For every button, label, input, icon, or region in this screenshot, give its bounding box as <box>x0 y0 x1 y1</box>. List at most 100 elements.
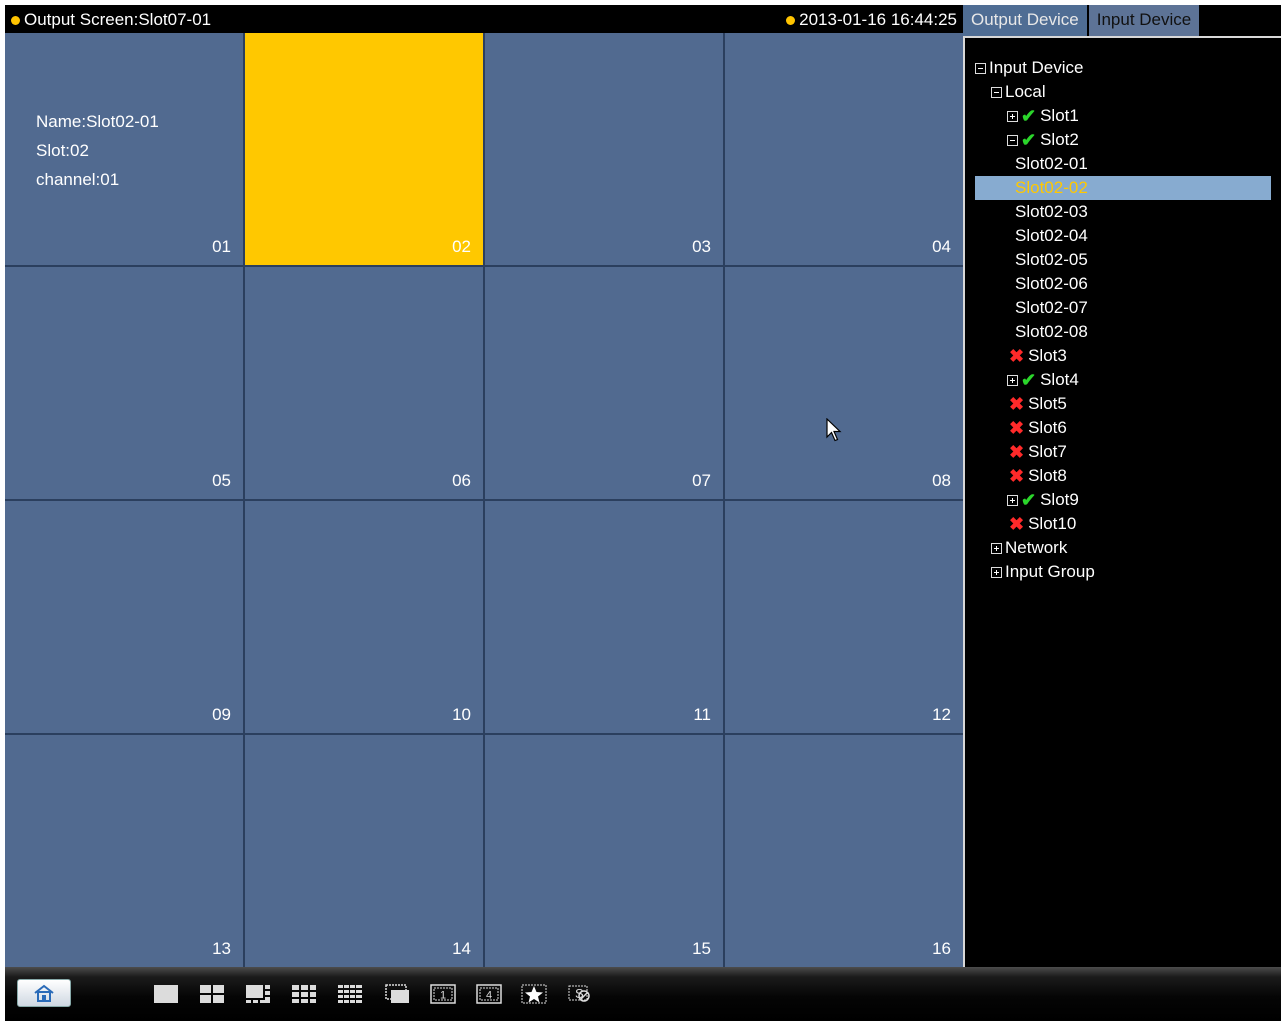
screen-4-icon: 4 <box>476 984 502 1004</box>
tree-node-label: Slot02-07 <box>1015 298 1088 317</box>
cell-number: 16 <box>932 939 951 958</box>
video-cell-10[interactable]: 10 <box>245 501 483 733</box>
tree-node-label: Slot8 <box>1028 466 1067 485</box>
favorite-button[interactable] <box>521 983 547 1005</box>
cell-number: 09 <box>212 705 231 724</box>
cell-number: 10 <box>452 705 471 724</box>
cell-number: 05 <box>212 471 231 490</box>
tree-node-slot4[interactable]: ✔ Slot4 <box>975 368 1271 392</box>
online-check-icon: ✔ <box>1021 370 1037 390</box>
tab-output-device[interactable]: Output Device <box>963 5 1089 36</box>
tree-node-slot1[interactable]: ✔ Slot1 <box>975 104 1271 128</box>
tree-node-network[interactable]: Network <box>975 536 1271 560</box>
expand-icon[interactable] <box>1007 374 1018 386</box>
tree-node-slot3[interactable]: ✖ Slot3 <box>975 344 1271 368</box>
video-cell-06[interactable]: 06 <box>245 267 483 499</box>
tree-node-label: Network <box>1005 538 1068 557</box>
layout-9-button[interactable] <box>291 983 317 1005</box>
video-wall-grid: Name:Slot02-01 Slot:02 channel:01 01 02 03 04 0… <box>5 33 963 967</box>
clear-icon: S <box>568 985 590 1002</box>
video-cell-01[interactable]: Name:Slot02-01 Slot:02 channel:01 01 <box>5 33 243 265</box>
device-tree-container: Input Device Local ✔ Slot1 ✔ Slot2 Slot02-01 Sl… <box>963 36 1281 967</box>
layout-16-button[interactable] <box>337 983 363 1005</box>
cell-number: 08 <box>932 471 951 490</box>
cell-channel-info: Name:Slot02-01 Slot:02 channel:01 <box>36 107 159 194</box>
video-cell-12[interactable]: 12 <box>725 501 963 733</box>
screen-1-icon: 1 <box>430 984 456 1004</box>
layout-6-button[interactable] <box>245 983 271 1005</box>
collapse-icon[interactable] <box>975 62 986 74</box>
video-cell-15[interactable]: 15 <box>485 735 723 967</box>
cell-number: 12 <box>932 705 951 724</box>
tree-node-slot2[interactable]: ✔ Slot2 <box>975 128 1271 152</box>
tree-node-label: Slot02-05 <box>1015 250 1088 269</box>
panel-tabs: Output Device Input Device <box>963 5 1202 36</box>
expand-icon[interactable] <box>1007 110 1018 122</box>
device-tree: Input Device Local ✔ Slot1 ✔ Slot2 Slot02-01 Sl… <box>975 56 1271 584</box>
video-cell-02[interactable]: 02 <box>245 33 483 265</box>
layout-6-icon <box>246 985 270 1003</box>
tree-node-slot02-04[interactable]: Slot02-04 <box>975 224 1271 248</box>
video-cell-09[interactable]: 09 <box>5 501 243 733</box>
layout-1-icon <box>154 985 178 1003</box>
tree-node-local[interactable]: Local <box>975 80 1271 104</box>
tree-node-slot5[interactable]: ✖ Slot5 <box>975 392 1271 416</box>
online-check-icon: ✔ <box>1021 106 1037 126</box>
tab-input-device[interactable]: Input Device <box>1088 5 1202 36</box>
tree-node-slot02-08[interactable]: Slot02-08 <box>975 320 1271 344</box>
screen-4-button[interactable]: 4 <box>476 983 502 1005</box>
cell-info-slot: Slot:02 <box>36 141 89 160</box>
tree-node-label: Slot6 <box>1028 418 1067 437</box>
video-cell-14[interactable]: 14 <box>245 735 483 967</box>
online-check-icon: ✔ <box>1021 130 1037 150</box>
offline-cross-icon: ✖ <box>1009 514 1025 534</box>
layout-4-button[interactable] <box>199 983 225 1005</box>
collapse-icon[interactable] <box>991 86 1002 98</box>
video-cell-16[interactable]: 16 <box>725 735 963 967</box>
tree-node-slot10[interactable]: ✖ Slot10 <box>975 512 1271 536</box>
video-cell-11[interactable]: 11 <box>485 501 723 733</box>
window-overlay-button[interactable] <box>385 983 411 1005</box>
tree-node-slot02-06[interactable]: Slot02-06 <box>975 272 1271 296</box>
tree-node-label: Slot7 <box>1028 442 1067 461</box>
video-cell-07[interactable]: 07 <box>485 267 723 499</box>
clock: 2013-01-16 16:44:25 <box>786 10 957 30</box>
tree-node-slot02-05[interactable]: Slot02-05 <box>975 248 1271 272</box>
tree-node-slot7[interactable]: ✖ Slot7 <box>975 440 1271 464</box>
tree-node-label: Slot1 <box>1040 106 1079 125</box>
clear-button[interactable]: S <box>567 983 593 1005</box>
expand-icon[interactable] <box>1007 494 1018 506</box>
video-cell-13[interactable]: 13 <box>5 735 243 967</box>
tree-node-slot02-03[interactable]: Slot02-03 <box>975 200 1271 224</box>
collapse-icon[interactable] <box>1007 134 1018 146</box>
top-status-bar: Output Screen:Slot07-01 2013-01-16 16:44… <box>5 5 963 33</box>
tree-node-label: Slot02-03 <box>1015 202 1088 221</box>
video-cell-04[interactable]: 04 <box>725 33 963 265</box>
layout-9-icon <box>292 985 316 1003</box>
datetime-label: 2013-01-16 16:44:25 <box>799 10 957 29</box>
tree-node-input-device[interactable]: Input Device <box>975 56 1271 80</box>
tree-node-slot8[interactable]: ✖ Slot8 <box>975 464 1271 488</box>
screen-1-button[interactable]: 1 <box>430 983 456 1005</box>
cell-info-channel: channel:01 <box>36 170 120 189</box>
tree-node-label: Slot2 <box>1040 130 1079 149</box>
expand-icon[interactable] <box>991 542 1002 554</box>
video-cell-03[interactable]: 03 <box>485 33 723 265</box>
home-button[interactable] <box>17 979 71 1007</box>
tree-node-label: Slot02-08 <box>1015 322 1088 341</box>
tree-node-slot02-07[interactable]: Slot02-07 <box>975 296 1271 320</box>
tree-node-input-group[interactable]: Input Group <box>975 560 1271 584</box>
tree-node-slot02-01[interactable]: Slot02-01 <box>975 152 1271 176</box>
cell-number: 11 <box>693 705 711 724</box>
layout-1-button[interactable] <box>153 983 179 1005</box>
tree-node-label: Input Device <box>989 58 1084 77</box>
tree-node-slot6[interactable]: ✖ Slot6 <box>975 416 1271 440</box>
video-cell-08[interactable]: 08 <box>725 267 963 499</box>
online-check-icon: ✔ <box>1021 490 1037 510</box>
tree-node-slot9[interactable]: ✔ Slot9 <box>975 488 1271 512</box>
video-cell-05[interactable]: 05 <box>5 267 243 499</box>
tree-node-label: Slot4 <box>1040 370 1079 389</box>
expand-icon[interactable] <box>991 566 1002 578</box>
cell-number: 13 <box>212 939 231 958</box>
tree-node-slot02-02[interactable]: Slot02-02 <box>975 176 1271 200</box>
